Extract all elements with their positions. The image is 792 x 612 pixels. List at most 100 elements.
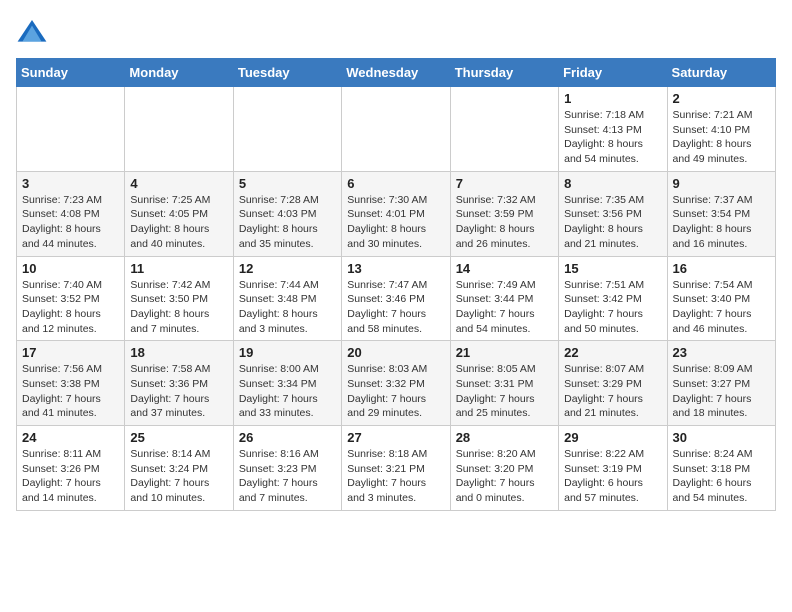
day-info: Sunrise: 7:32 AM Sunset: 3:59 PM Dayligh…: [456, 193, 553, 252]
day-number: 26: [239, 430, 336, 445]
calendar-cell: 18Sunrise: 7:58 AM Sunset: 3:36 PM Dayli…: [125, 341, 233, 426]
calendar-cell: 3 Sunrise: 7:23 AM Sunset: 4:08 PM Daylig…: [17, 171, 125, 256]
calendar-cell: 7 Sunrise: 7:32 AM Sunset: 3:59 PM Daylig…: [450, 171, 558, 256]
day-info: Sunrise: 7:40 AM Sunset: 3:52 PM Dayligh…: [22, 278, 119, 337]
calendar-cell: 13 Sunrise: 7:47 AM Sunset: 3:46 PM Dayli…: [342, 256, 450, 341]
calendar-cell: 20 Sunrise: 8:03 AM Sunset: 3:32 PM Dayli…: [342, 341, 450, 426]
day-number: 20: [347, 345, 444, 360]
day-number: 13: [347, 261, 444, 276]
day-info: Sunrise: 7:49 AM Sunset: 3:44 PM Dayligh…: [456, 278, 553, 337]
day-number: 8: [564, 176, 661, 191]
day-info: Sunrise: 8:07 AM Sunset: 3:29 PM Dayligh…: [564, 362, 661, 421]
calendar-cell: 11 Sunrise: 7:42 AM Sunset: 3:50 PM Dayli…: [125, 256, 233, 341]
day-info: Sunrise: 7:18 AM Sunset: 4:13 PM Dayligh…: [564, 108, 661, 167]
day-info: Sunrise: 7:23 AM Sunset: 4:08 PM Dayligh…: [22, 193, 119, 252]
day-number: 22: [564, 345, 661, 360]
calendar-cell: 10 Sunrise: 7:40 AM Sunset: 3:52 PM Dayli…: [17, 256, 125, 341]
day-number: 23: [673, 345, 770, 360]
calendar-week-1: 1 Sunrise: 7:18 AM Sunset: 4:13 PM Daylig…: [17, 87, 776, 172]
weekday-header-monday: Monday: [125, 59, 233, 87]
logo: [16, 16, 52, 48]
day-number: 29: [564, 430, 661, 445]
weekday-header-wednesday: Wednesday: [342, 59, 450, 87]
calendar-table: SundayMondayTuesdayWednesdayThursdayFrid…: [16, 58, 776, 511]
calendar-cell: 28 Sunrise: 8:20 AM Sunset: 3:20 PM Dayli…: [450, 426, 558, 511]
day-info: Sunrise: 8:00 AM Sunset: 3:34 PM Dayligh…: [239, 362, 336, 421]
calendar-cell: 16 Sunrise: 7:54 AM Sunset: 3:40 PM Dayli…: [667, 256, 775, 341]
day-number: 24: [22, 430, 119, 445]
day-number: 25: [130, 430, 227, 445]
calendar-cell: [17, 87, 125, 172]
day-number: 15: [564, 261, 661, 276]
day-number: 16: [673, 261, 770, 276]
weekday-header-thursday: Thursday: [450, 59, 558, 87]
calendar-cell: 12 Sunrise: 7:44 AM Sunset: 3:48 PM Dayli…: [233, 256, 341, 341]
calendar-cell: 22 Sunrise: 8:07 AM Sunset: 3:29 PM Dayli…: [559, 341, 667, 426]
day-info: Sunrise: 8:20 AM Sunset: 3:20 PM Dayligh…: [456, 447, 553, 506]
calendar-cell: 5 Sunrise: 7:28 AM Sunset: 4:03 PM Daylig…: [233, 171, 341, 256]
day-number: 14: [456, 261, 553, 276]
calendar-week-5: 24 Sunrise: 8:11 AM Sunset: 3:26 PM Dayli…: [17, 426, 776, 511]
calendar-cell: [342, 87, 450, 172]
day-number: 28: [456, 430, 553, 445]
calendar-cell: 26 Sunrise: 8:16 AM Sunset: 3:23 PM Dayli…: [233, 426, 341, 511]
day-info: Sunrise: 7:51 AM Sunset: 3:42 PM Dayligh…: [564, 278, 661, 337]
day-info: Sunrise: 7:35 AM Sunset: 3:56 PM Dayligh…: [564, 193, 661, 252]
day-number: 7: [456, 176, 553, 191]
day-info: Sunrise: 7:28 AM Sunset: 4:03 PM Dayligh…: [239, 193, 336, 252]
day-info: Sunrise: 7:47 AM Sunset: 3:46 PM Dayligh…: [347, 278, 444, 337]
day-info: Sunrise: 7:44 AM Sunset: 3:48 PM Dayligh…: [239, 278, 336, 337]
day-info: Sunrise: 7:54 AM Sunset: 3:40 PM Dayligh…: [673, 278, 770, 337]
calendar-cell: 29 Sunrise: 8:22 AM Sunset: 3:19 PM Dayli…: [559, 426, 667, 511]
day-info: Sunrise: 8:16 AM Sunset: 3:23 PM Dayligh…: [239, 447, 336, 506]
day-info: Sunrise: 8:24 AM Sunset: 3:18 PM Dayligh…: [673, 447, 770, 506]
calendar-week-2: 3 Sunrise: 7:23 AM Sunset: 4:08 PM Daylig…: [17, 171, 776, 256]
weekday-header-saturday: Saturday: [667, 59, 775, 87]
day-number: 19: [239, 345, 336, 360]
day-info: Sunrise: 8:18 AM Sunset: 3:21 PM Dayligh…: [347, 447, 444, 506]
day-number: 18: [130, 345, 227, 360]
calendar-cell: 17Sunrise: 7:56 AM Sunset: 3:38 PM Dayli…: [17, 341, 125, 426]
day-info: Sunrise: 7:21 AM Sunset: 4:10 PM Dayligh…: [673, 108, 770, 167]
day-info: Sunrise: 7:56 AM Sunset: 3:38 PM Dayligh…: [22, 362, 119, 421]
day-info: Sunrise: 8:03 AM Sunset: 3:32 PM Dayligh…: [347, 362, 444, 421]
day-number: 1: [564, 91, 661, 106]
page-header: [16, 16, 776, 48]
day-info: Sunrise: 8:14 AM Sunset: 3:24 PM Dayligh…: [130, 447, 227, 506]
day-number: 10: [22, 261, 119, 276]
weekday-header-friday: Friday: [559, 59, 667, 87]
calendar-cell: [125, 87, 233, 172]
calendar-cell: 19 Sunrise: 8:00 AM Sunset: 3:34 PM Dayli…: [233, 341, 341, 426]
calendar-cell: 9 Sunrise: 7:37 AM Sunset: 3:54 PM Daylig…: [667, 171, 775, 256]
day-number: 27: [347, 430, 444, 445]
calendar-cell: 1 Sunrise: 7:18 AM Sunset: 4:13 PM Daylig…: [559, 87, 667, 172]
day-info: Sunrise: 8:22 AM Sunset: 3:19 PM Dayligh…: [564, 447, 661, 506]
day-info: Sunrise: 8:11 AM Sunset: 3:26 PM Dayligh…: [22, 447, 119, 506]
calendar-week-3: 10 Sunrise: 7:40 AM Sunset: 3:52 PM Dayli…: [17, 256, 776, 341]
calendar-cell: 6Sunrise: 7:30 AM Sunset: 4:01 PM Daylig…: [342, 171, 450, 256]
calendar-week-4: 17Sunrise: 7:56 AM Sunset: 3:38 PM Dayli…: [17, 341, 776, 426]
weekday-header-sunday: Sunday: [17, 59, 125, 87]
logo-icon: [16, 16, 48, 48]
calendar-cell: 2Sunrise: 7:21 AM Sunset: 4:10 PM Daylig…: [667, 87, 775, 172]
day-info: Sunrise: 7:42 AM Sunset: 3:50 PM Dayligh…: [130, 278, 227, 337]
day-number: 4: [130, 176, 227, 191]
day-number: 6: [347, 176, 444, 191]
calendar-cell: 25 Sunrise: 8:14 AM Sunset: 3:24 PM Dayli…: [125, 426, 233, 511]
day-info: Sunrise: 8:05 AM Sunset: 3:31 PM Dayligh…: [456, 362, 553, 421]
calendar-cell: 14 Sunrise: 7:49 AM Sunset: 3:44 PM Dayli…: [450, 256, 558, 341]
day-number: 9: [673, 176, 770, 191]
calendar-cell: 8 Sunrise: 7:35 AM Sunset: 3:56 PM Daylig…: [559, 171, 667, 256]
calendar-header: SundayMondayTuesdayWednesdayThursdayFrid…: [17, 59, 776, 87]
calendar-cell: 21Sunrise: 8:05 AM Sunset: 3:31 PM Dayli…: [450, 341, 558, 426]
day-number: 12: [239, 261, 336, 276]
calendar-cell: 23Sunrise: 8:09 AM Sunset: 3:27 PM Dayli…: [667, 341, 775, 426]
calendar-body: 1 Sunrise: 7:18 AM Sunset: 4:13 PM Daylig…: [17, 87, 776, 511]
day-number: 11: [130, 261, 227, 276]
calendar-cell: [450, 87, 558, 172]
day-info: Sunrise: 7:37 AM Sunset: 3:54 PM Dayligh…: [673, 193, 770, 252]
calendar-cell: 4Sunrise: 7:25 AM Sunset: 4:05 PM Daylig…: [125, 171, 233, 256]
calendar-cell: [233, 87, 341, 172]
day-number: 3: [22, 176, 119, 191]
day-number: 5: [239, 176, 336, 191]
